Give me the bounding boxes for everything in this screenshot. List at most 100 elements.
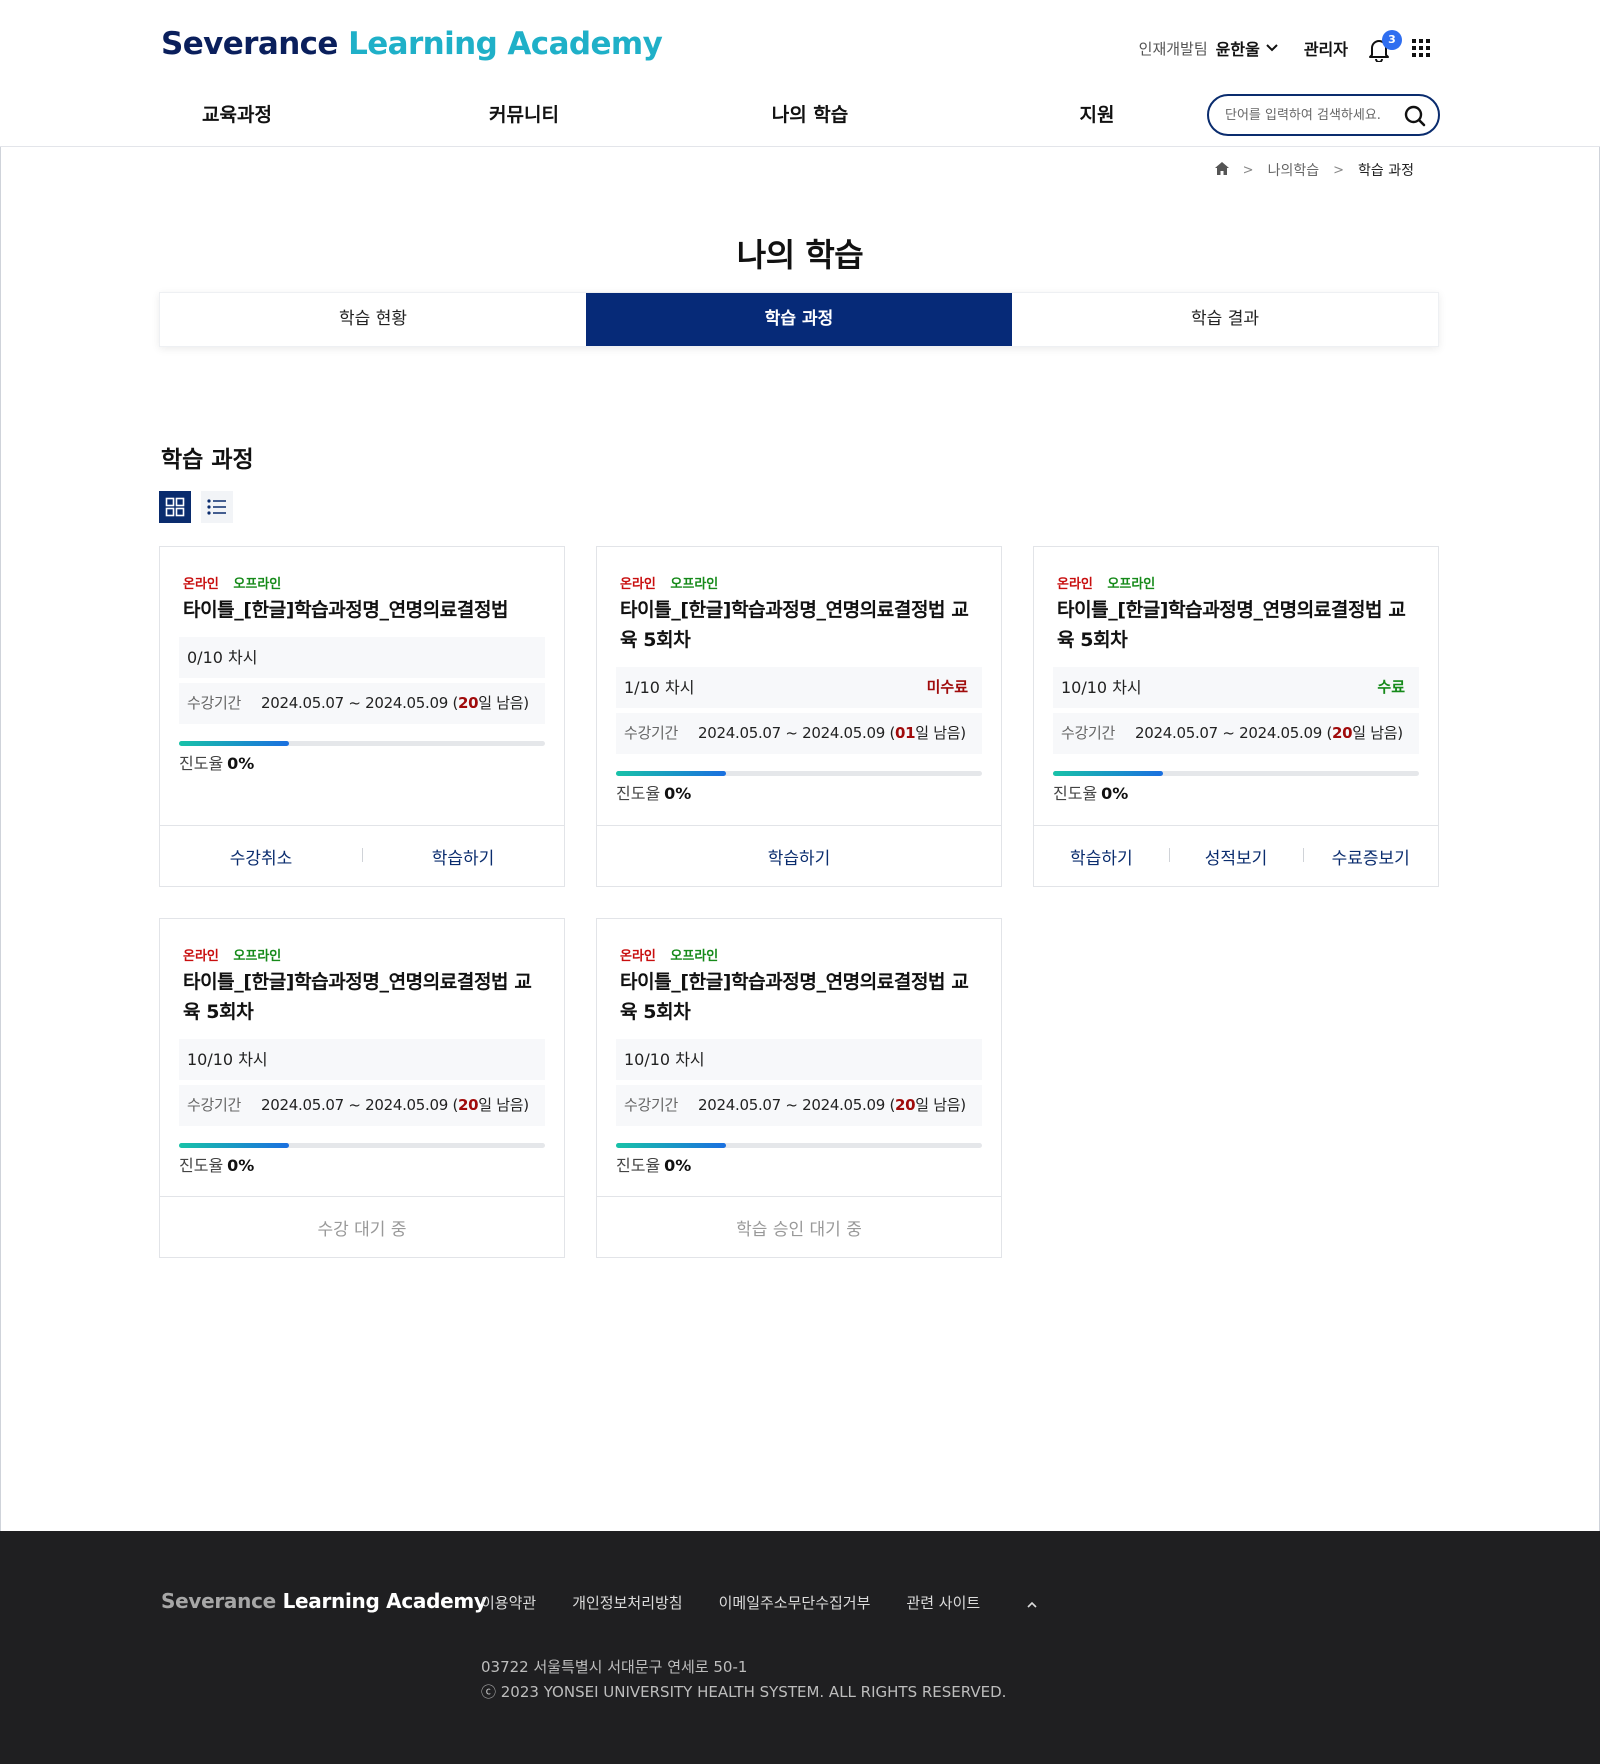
search-icon[interactable] (1404, 105, 1426, 127)
course-title: 타이틀_[한글]학습과정명_연명의료결정법 (183, 599, 509, 621)
logo-severance: Severance (161, 26, 338, 62)
period-label: 수강기간 (1061, 724, 1116, 742)
start-learning-button[interactable]: 학습하기 (597, 844, 1001, 869)
progress-fill (1053, 771, 1163, 776)
remaining-days: 20 (1332, 724, 1353, 742)
remaining-suffix: 일 남음) (478, 694, 529, 712)
tab-learning-results[interactable]: 학습 결과 (1012, 293, 1438, 346)
course-title: 타이틀_[한글]학습과정명_연명의료결정법 교육 5회차 (620, 599, 969, 651)
breadcrumb-separator-icon: > (1242, 162, 1254, 178)
course-card: 온라인 오프라인 타이틀_[한글]학습과정명_연명의료결정법 0/10 차시 수… (159, 546, 565, 887)
view-toggle (159, 491, 243, 523)
start-learning-button[interactable]: 학습하기 (362, 844, 564, 869)
site-logo[interactable]: Severance Learning Academy (161, 26, 663, 62)
progress-rate: 진도율 0% (616, 780, 691, 804)
course-card: 온라인 오프라인 타이틀_[한글]학습과정명_연명의료결정법 교육 5회차 10… (1033, 546, 1439, 887)
user-team: 인재개발팀 (1138, 39, 1208, 58)
nav-item-courses[interactable]: 교육과정 (202, 100, 272, 127)
online-tag: 온라인 (183, 949, 219, 964)
chevron-up-icon (1027, 1601, 1037, 1608)
breadcrumb-my-learning[interactable]: 나의학습 (1268, 160, 1320, 180)
session-row: 10/10 차시 (179, 1039, 545, 1080)
footer-address: 03722 서울특별시 서대문구 연세로 50-1 (481, 1658, 748, 1676)
view-grades-button[interactable]: 성적보기 (1168, 844, 1304, 869)
footer-address-block: 03722 서울특별시 서대문구 연세로 50-1 ⓒ 2023 YONSEI … (481, 1655, 1006, 1705)
offline-tag: 오프라인 (670, 577, 719, 592)
notification-badge: 3 (1382, 30, 1402, 50)
terms-link[interactable]: 이용약관 (481, 1592, 536, 1613)
progress-bar (1053, 771, 1419, 776)
cancel-enrollment-button[interactable]: 수강취소 (160, 844, 362, 869)
page-title: 나의 학습 (736, 236, 864, 274)
card-actions: 수강 대기 중 (160, 1196, 564, 1257)
grid-view-button[interactable] (159, 491, 191, 523)
offline-tag: 오프라인 (1107, 577, 1156, 592)
admin-link[interactable]: 관리자 (1304, 36, 1348, 60)
session-row: 0/10 차시 (179, 637, 545, 678)
progress-value: 0% (1101, 784, 1129, 803)
period-label: 수강기간 (187, 1096, 242, 1114)
session-row: 10/10 차시 수료 (1053, 667, 1419, 708)
remaining-days: 20 (458, 1096, 479, 1114)
email-refusal-link[interactable]: 이메일주소무단수집거부 (719, 1592, 871, 1613)
session-count: 10/10 차시 (187, 1050, 268, 1069)
remaining-days: 20 (458, 694, 479, 712)
progress-fill (179, 1143, 289, 1148)
card-actions: 학습 승인 대기 중 (597, 1196, 1001, 1257)
period-dates: 2024.05.07 ~ 2024.05.09 ( (1135, 724, 1333, 742)
progress-label: 진도율 (1053, 784, 1098, 803)
tab-learning-status[interactable]: 학습 현황 (160, 293, 586, 346)
footer-logo-severance: Severance (161, 1589, 276, 1613)
site-header: Severance Learning Academy 인재개발팀 윤한울 관리자… (0, 0, 1600, 147)
section-title: 학습 과정 (161, 447, 254, 473)
privacy-policy-link[interactable]: 개인정보처리방침 (572, 1592, 682, 1613)
view-certificate-button[interactable]: 수료증보기 (1303, 844, 1438, 869)
course-title: 타이틀_[한글]학습과정명_연명의료결정법 교육 5회차 (183, 971, 532, 1023)
tab-learning-courses[interactable]: 학습 과정 (586, 293, 1012, 346)
start-learning-button[interactable]: 학습하기 (1034, 844, 1169, 869)
list-view-icon (207, 499, 226, 515)
progress-bar (179, 741, 545, 746)
home-icon[interactable] (1214, 161, 1229, 179)
learning-tabs: 학습 현황 학습 과정 학습 결과 (159, 292, 1439, 347)
nav-item-support[interactable]: 지원 (1080, 100, 1115, 127)
course-title: 타이틀_[한글]학습과정명_연명의료결정법 교육 5회차 (620, 971, 969, 1023)
footer-copyright: ⓒ 2023 YONSEI UNIVERSITY HEALTH SYSTEM. … (481, 1683, 1007, 1701)
period-dates: 2024.05.07 ~ 2024.05.09 ( (261, 694, 459, 712)
related-sites-label: 관련 사이트 (906, 1594, 981, 1612)
session-count: 10/10 차시 (624, 1050, 705, 1069)
remaining-suffix: 일 남음) (1352, 724, 1403, 742)
session-count: 10/10 차시 (1061, 678, 1142, 697)
session-count: 0/10 차시 (187, 648, 258, 667)
chevron-down-icon[interactable] (1266, 41, 1278, 55)
offline-tag: 오프라인 (233, 949, 282, 964)
period-row: 수강기간 2024.05.07 ~ 2024.05.09 (20일 남음) (1053, 713, 1419, 754)
search-input[interactable] (1225, 96, 1395, 134)
progress-value: 0% (227, 754, 255, 773)
apps-grid-icon[interactable] (1412, 39, 1430, 57)
course-tags: 온라인 오프라인 (1057, 573, 1155, 592)
related-sites-dropdown[interactable]: 관련 사이트 (906, 1592, 1037, 1613)
logo-learning-academy: Learning Academy (348, 26, 663, 62)
progress-rate: 진도율 0% (616, 1152, 691, 1176)
footer-links: 이용약관 개인정보처리방침 이메일주소무단수집거부 관련 사이트 (481, 1592, 1073, 1613)
progress-label: 진도율 (179, 754, 224, 773)
footer-logo-learning-academy: Learning Academy (282, 1589, 487, 1613)
course-card: 온라인 오프라인 타이틀_[한글]학습과정명_연명의료결정법 교육 5회차 1/… (596, 546, 1002, 887)
progress-value: 0% (227, 1156, 255, 1175)
list-view-button[interactable] (201, 491, 233, 523)
progress-label: 진도율 (616, 784, 661, 803)
period-dates: 2024.05.07 ~ 2024.05.09 ( (698, 1096, 896, 1114)
progress-rate: 진도율 0% (179, 750, 254, 774)
offline-tag: 오프라인 (233, 577, 282, 592)
footer-logo[interactable]: Severance Learning Academy (161, 1589, 487, 1613)
nav-item-community[interactable]: 커뮤니티 (489, 100, 559, 127)
user-name[interactable]: 윤한울 (1216, 36, 1260, 60)
period-dates: 2024.05.07 ~ 2024.05.09 ( (698, 724, 896, 742)
notification-button[interactable]: 3 (1366, 30, 1402, 62)
online-tag: 온라인 (620, 949, 656, 964)
nav-item-my-learning[interactable]: 나의 학습 (772, 100, 849, 127)
progress-value: 0% (664, 784, 692, 803)
waiting-status: 수강 대기 중 (317, 1219, 407, 1240)
progress-fill (616, 771, 726, 776)
